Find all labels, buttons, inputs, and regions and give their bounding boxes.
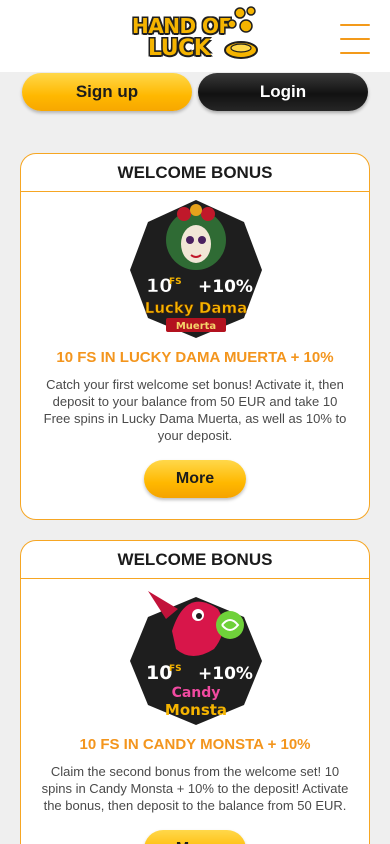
- more-button[interactable]: More: [144, 830, 246, 844]
- bonus-image-container: 10 FS +10% Lucky Dama Muerta: [21, 192, 369, 342]
- auth-buttons: Sign up Login: [22, 73, 368, 113]
- image-game-name: Candy: [172, 685, 221, 701]
- bonus-description: Catch your first welcome set bonus! Acti…: [43, 377, 347, 443]
- coins-icon: [224, 6, 258, 59]
- menu-bar: [340, 24, 370, 26]
- image-deposit-percent: +10%: [198, 664, 253, 684]
- candy-monsta-game-image: 10 FS +10% Candy Monsta: [130, 591, 262, 725]
- image-fs-label: FS: [169, 277, 182, 287]
- image-game-name: Lucky Dama: [145, 299, 247, 317]
- logo-text-line1: HAND OF: [132, 14, 232, 38]
- bonus-card-heading: WELCOME BONUS: [21, 154, 369, 192]
- bonus-card: WELCOME BONUS 10 FS +10% Candy Monsta 10…: [20, 540, 370, 844]
- login-button[interactable]: Login: [198, 73, 368, 111]
- menu-bar: [340, 52, 370, 54]
- logo-text-line2: LUCK: [148, 36, 211, 61]
- image-game-subname: Muerta: [176, 321, 216, 332]
- bonus-card: WELCOME BONUS 10 FS +10% Lucky Dama Muer…: [20, 153, 370, 520]
- more-button[interactable]: More: [144, 460, 246, 498]
- image-game-subname: Monsta: [165, 701, 227, 719]
- bonus-card-heading: WELCOME BONUS: [21, 541, 369, 579]
- bonus-description: Claim the second bonus from the welcome …: [41, 764, 349, 813]
- hamburger-menu-icon[interactable]: [340, 22, 370, 56]
- image-fs-label: FS: [169, 664, 182, 674]
- bonus-image-container: 10 FS +10% Candy Monsta: [21, 579, 369, 729]
- lucky-dama-muerta-game-image: 10 FS +10% Lucky Dama Muerta: [130, 200, 262, 338]
- bonus-title: 10 FS IN CANDY MONSTA + 10%: [79, 736, 311, 753]
- site-header: HAND OF LUCK: [0, 0, 390, 72]
- menu-bar: [340, 38, 370, 40]
- sign-up-button[interactable]: Sign up: [22, 73, 192, 111]
- hand-of-luck-logo[interactable]: HAND OF LUCK: [128, 4, 262, 64]
- image-deposit-percent: +10%: [198, 277, 253, 297]
- bonus-title: 10 FS IN LUCKY DAMA MUERTA + 10%: [56, 349, 334, 366]
